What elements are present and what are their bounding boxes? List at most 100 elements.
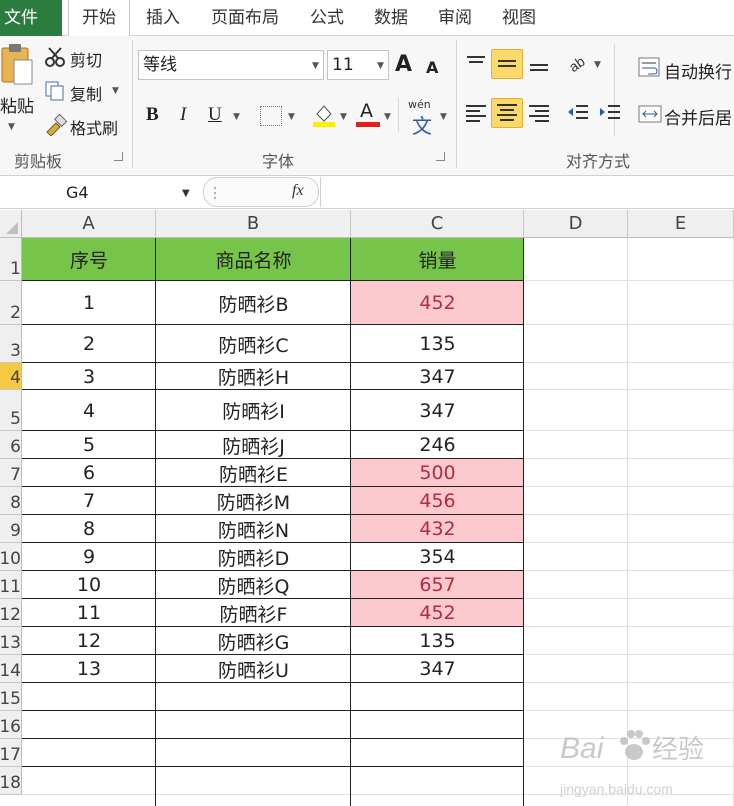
table-cell-name[interactable]: 防晒衫Q xyxy=(156,571,351,599)
table-cell-qty[interactable]: 347 xyxy=(351,655,524,683)
table-cell-name[interactable]: 防晒衫J xyxy=(156,431,351,459)
table-cell-qty[interactable]: 347 xyxy=(351,363,524,390)
tab-view[interactable]: 视图 xyxy=(496,0,542,36)
tab-formulas[interactable]: 公式 xyxy=(304,0,350,36)
table-header-cell[interactable]: 商品名称 xyxy=(156,238,351,281)
table-cell-name[interactable]: 防晒衫H xyxy=(156,363,351,390)
row-header[interactable]: 11 xyxy=(0,571,22,599)
shrink-font-icon[interactable]: A xyxy=(426,58,438,77)
tab-data[interactable]: 数据 xyxy=(368,0,414,36)
borders-icon[interactable] xyxy=(260,106,282,126)
clipboard-launcher-icon[interactable] xyxy=(114,152,123,161)
table-cell-qty[interactable]: 135 xyxy=(351,325,524,363)
formula-input[interactable] xyxy=(320,177,734,207)
align-right-icon[interactable] xyxy=(527,102,551,124)
name-box-dropdown-icon[interactable]: ▼ xyxy=(182,188,190,199)
row-header[interactable]: 6 xyxy=(0,431,22,459)
format-painter-icon[interactable] xyxy=(44,113,68,137)
format-painter-label[interactable]: 格式刷 xyxy=(70,115,118,139)
table-cell-qty[interactable]: 135 xyxy=(351,627,524,655)
row-header[interactable]: 5 xyxy=(0,390,22,431)
row-header[interactable]: 13 xyxy=(0,627,22,655)
paste-button[interactable] xyxy=(0,42,34,94)
wrap-text-label[interactable]: 自动换行 xyxy=(664,58,732,83)
table-cell-index[interactable]: 8 xyxy=(22,515,156,543)
table-cell-qty[interactable]: 500 xyxy=(351,459,524,487)
column-header-a[interactable]: A xyxy=(22,210,156,238)
row-header[interactable]: 8 xyxy=(0,487,22,515)
table-cell-index[interactable]: 10 xyxy=(22,571,156,599)
row-header[interactable]: 4 xyxy=(0,363,22,390)
tab-review[interactable]: 审阅 xyxy=(432,0,478,36)
merge-center-icon[interactable] xyxy=(638,104,662,124)
worksheet-grid[interactable]: 1 2 3 4 5 6 7 8 9 10 11 12 13 14 15 16 17 18 序号 商品名称 销量 1 防晒衫B… xyxy=(0,238,734,806)
align-middle-button[interactable] xyxy=(491,49,523,79)
table-cell-index[interactable]: 5 xyxy=(22,431,156,459)
select-all-button[interactable] xyxy=(0,210,22,238)
table-cell-index[interactable]: 13 xyxy=(22,655,156,683)
table-cell-qty[interactable]: 347 xyxy=(351,390,524,431)
increase-indent-icon[interactable] xyxy=(598,102,622,124)
font-launcher-icon[interactable] xyxy=(436,152,445,161)
tab-page-layout[interactable]: 页面布局 xyxy=(204,0,286,36)
row-header[interactable]: 14 xyxy=(0,655,22,683)
row-header[interactable]: 10 xyxy=(0,543,22,571)
fill-color-dropdown-icon[interactable]: ▼ xyxy=(340,112,347,122)
table-cell-qty[interactable]: 432 xyxy=(351,515,524,543)
column-header-d[interactable]: D xyxy=(524,210,628,238)
table-cell-name[interactable]: 防晒衫B xyxy=(156,281,351,325)
fill-color-icon[interactable] xyxy=(312,102,336,128)
copy-label[interactable]: 复制 xyxy=(70,81,102,105)
align-top-icon[interactable] xyxy=(464,52,488,74)
table-header-cell[interactable]: 序号 xyxy=(22,238,156,281)
column-header-e[interactable]: E xyxy=(628,210,734,238)
insert-function-icon[interactable]: fx xyxy=(292,182,304,200)
table-cell-qty[interactable]: 354 xyxy=(351,543,524,571)
table-cell-index[interactable]: 1 xyxy=(22,281,156,325)
borders-dropdown-icon[interactable]: ▼ xyxy=(288,112,295,122)
cut-label[interactable]: 剪切 xyxy=(70,47,102,71)
copy-dropdown-icon[interactable]: ▼ xyxy=(112,86,119,96)
table-cell-index[interactable]: 4 xyxy=(22,390,156,431)
table-cell-qty[interactable]: 452 xyxy=(351,599,524,627)
table-cell-index[interactable]: 9 xyxy=(22,543,156,571)
font-name-combo[interactable]: 等线 xyxy=(138,50,324,80)
table-header-cell[interactable]: 销量 xyxy=(351,238,524,281)
tab-home[interactable]: 开始 xyxy=(68,0,130,36)
table-cell-qty[interactable]: 452 xyxy=(351,281,524,325)
table-cell-index[interactable]: 3 xyxy=(22,363,156,390)
table-cell-index[interactable]: 12 xyxy=(22,627,156,655)
column-header-b[interactable]: B xyxy=(156,210,351,238)
row-header[interactable]: 2 xyxy=(0,281,22,325)
wrap-text-icon[interactable] xyxy=(638,56,660,78)
row-header[interactable]: 17 xyxy=(0,739,22,767)
table-cell-name[interactable]: 防晒衫F xyxy=(156,599,351,627)
row-header[interactable]: 1 xyxy=(0,238,22,281)
table-cell-index[interactable]: 11 xyxy=(22,599,156,627)
orientation-dropdown-icon[interactable]: ▼ xyxy=(594,60,601,70)
table-cell-index[interactable]: 6 xyxy=(22,459,156,487)
file-tab[interactable]: 文件 xyxy=(0,0,62,36)
phonetic-dropdown-icon[interactable]: ▼ xyxy=(440,112,447,122)
align-left-icon[interactable] xyxy=(464,102,488,124)
table-cell-qty[interactable]: 657 xyxy=(351,571,524,599)
column-header-c[interactable]: C xyxy=(351,210,524,238)
table-cell-name[interactable]: 防晒衫C xyxy=(156,325,351,363)
font-name-dropdown-icon[interactable]: ▼ xyxy=(312,61,319,71)
bold-button[interactable]: B xyxy=(146,104,159,126)
font-color-dropdown-icon[interactable]: ▼ xyxy=(384,112,391,122)
cut-icon[interactable] xyxy=(44,46,66,68)
table-cell-name[interactable]: 防晒衫E xyxy=(156,459,351,487)
table-cell-name[interactable]: 防晒衫D xyxy=(156,543,351,571)
table-cell-name[interactable]: 防晒衫I xyxy=(156,390,351,431)
underline-button[interactable]: U xyxy=(208,104,222,126)
merge-center-label[interactable]: 合并后居 xyxy=(664,104,732,129)
align-bottom-icon[interactable] xyxy=(527,52,551,74)
row-header[interactable]: 16 xyxy=(0,711,22,739)
paste-label[interactable]: 粘贴 xyxy=(0,92,34,117)
tab-insert[interactable]: 插入 xyxy=(140,0,186,36)
paste-dropdown-icon[interactable]: ▼ xyxy=(8,122,15,132)
row-header[interactable]: 9 xyxy=(0,515,22,543)
name-box[interactable]: G4 xyxy=(0,178,198,208)
orientation-icon[interactable]: ab xyxy=(566,50,592,75)
